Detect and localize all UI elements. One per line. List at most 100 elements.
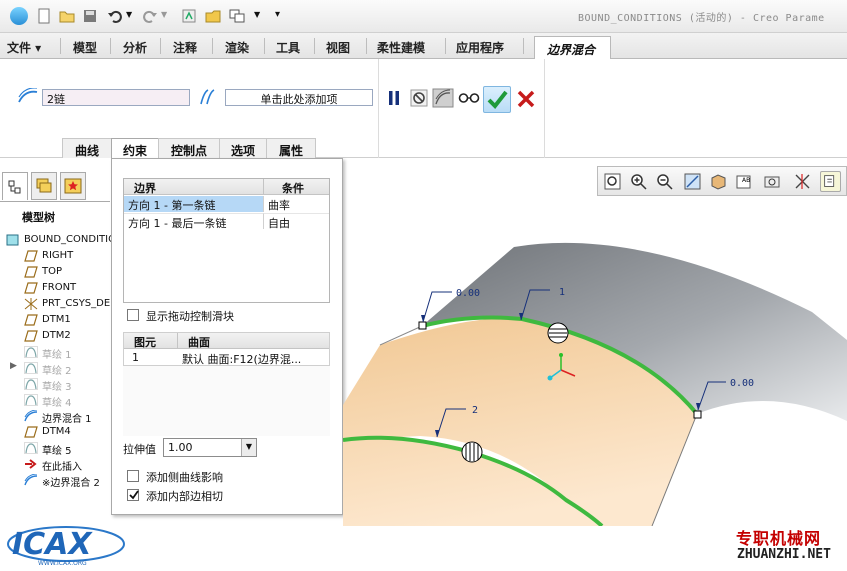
- cancel-x-icon[interactable]: [516, 89, 536, 109]
- tab-annotate[interactable]: 注释: [173, 39, 197, 56]
- condition-marker-1[interactable]: [547, 322, 569, 344]
- pause-icon[interactable]: [386, 89, 402, 107]
- subtab-control-points[interactable]: 控制点: [158, 138, 220, 158]
- windows-icon[interactable]: [228, 7, 246, 25]
- tab-file[interactable]: 文件 ▾: [7, 39, 41, 56]
- tree-item-label: 草绘 2: [42, 366, 72, 377]
- tab-favorites[interactable]: [60, 172, 86, 200]
- redo-icon[interactable]: [141, 7, 159, 25]
- add-inner-edge-label: 添加内部边相切: [146, 490, 223, 503]
- no-preview-icon[interactable]: [410, 89, 428, 107]
- tab-boundary-blend[interactable]: 边界混合: [534, 36, 611, 60]
- app-logo-icon[interactable]: [10, 7, 28, 25]
- windows-dropdown-icon[interactable]: ▼: [254, 10, 260, 19]
- redo-dropdown-icon[interactable]: ▼: [161, 10, 167, 19]
- callout-last-chain-value[interactable]: 0.00: [730, 378, 754, 389]
- folder-browser-icon: [36, 178, 52, 193]
- tree-item-label: 草绘 4: [42, 398, 72, 409]
- watermark-cn: 专职机械网: [736, 529, 822, 548]
- refit-icon[interactable]: [602, 171, 623, 192]
- condition-marker-2[interactable]: [461, 441, 483, 463]
- graphics-toolbar: AB: [597, 166, 847, 196]
- condition-free-select[interactable]: 自由: [264, 213, 329, 229]
- second-direction-collector[interactable]: 单击此处添加项: [225, 89, 373, 106]
- stretch-value-label: 拉伸值: [123, 443, 156, 456]
- expand-arrow-icon[interactable]: ▶: [10, 361, 17, 371]
- element-number[interactable]: 1: [124, 350, 178, 366]
- undo-dropdown-icon[interactable]: ▼: [126, 10, 132, 19]
- tree-item-label: BOUND_CONDITION: [24, 234, 124, 245]
- new-file-icon[interactable]: [35, 7, 53, 25]
- header-boundary: 边界: [124, 179, 264, 195]
- tab-render[interactable]: 渲染: [225, 39, 249, 56]
- preview-geometry-icon[interactable]: [432, 88, 454, 108]
- verify-glasses-icon[interactable]: [458, 90, 480, 104]
- second-direction-icon: [200, 89, 215, 105]
- tab-applications[interactable]: 应用程序: [456, 39, 504, 56]
- checkmark-icon: [129, 490, 139, 500]
- tree-item-label: ※边界混合 2: [42, 478, 100, 489]
- favorites-icon: [64, 178, 82, 194]
- datum-display-icon[interactable]: [792, 171, 813, 192]
- header-condition: 条件: [264, 179, 329, 195]
- view-manager-icon[interactable]: [762, 171, 783, 192]
- show-drag-handles-checkbox[interactable]: [127, 309, 139, 321]
- open-folder-icon[interactable]: [58, 7, 76, 25]
- model-tree-title: 模型树: [22, 211, 55, 224]
- tab-view[interactable]: 视图: [326, 39, 350, 56]
- saved-views-icon[interactable]: AB: [734, 171, 755, 192]
- navigator-tabs: [0, 172, 108, 202]
- tab-flexible-modeling[interactable]: 柔性建模: [377, 39, 425, 56]
- tree-item-label: PRT_CSYS_DE: [42, 298, 111, 309]
- undo-icon[interactable]: [106, 7, 124, 25]
- tree-item-label: RIGHT: [42, 250, 74, 261]
- tree-item-label: DTM2: [42, 330, 71, 341]
- icax-logo: ICAX WWW.ICAX.ORG: [7, 526, 125, 567]
- row-boundary-first-chain[interactable]: 方向 1 - 第一条链: [124, 196, 264, 212]
- tab-analysis[interactable]: 分析: [123, 39, 147, 56]
- header-element: 图元: [124, 333, 178, 349]
- display-style-icon[interactable]: [708, 171, 729, 192]
- callout-first-chain-value[interactable]: 0.00: [456, 288, 480, 299]
- tab-tools[interactable]: 工具: [276, 39, 300, 56]
- zoom-in-icon[interactable]: [628, 171, 649, 192]
- annotation-display-icon[interactable]: [820, 171, 841, 192]
- tree-item-label: 草绘 3: [42, 382, 72, 393]
- chain-1-start-handle[interactable]: [418, 321, 427, 330]
- folder-icon[interactable]: [204, 7, 222, 25]
- tree-item-label: 草绘 1: [42, 350, 72, 361]
- customize-toolbar-icon[interactable]: ▾: [275, 9, 280, 20]
- row-boundary-last-chain[interactable]: 方向 1 - 最后一条链: [124, 213, 264, 229]
- constraints-panel: 边界 条件 方向 1 - 第一条链 曲率 方向 1 - 最后一条链 自由 显示拖…: [111, 158, 343, 515]
- boundary-condition-table: 边界 条件 方向 1 - 第一条链 曲率 方向 1 - 最后一条链 自由: [123, 178, 330, 303]
- window-title: BOUND_CONDITIONS (活动的) - Creo Parame: [578, 13, 825, 24]
- stretch-value-combobox[interactable]: 1.00 ▼: [163, 438, 257, 457]
- watermark-en: ZHUANZHI.NET: [737, 547, 831, 562]
- boundary-blend-dashboard: 2链 单击此处添加项 曲线 约束 控制点 选项 属性: [0, 59, 847, 158]
- tab-folder-browser[interactable]: [31, 172, 57, 200]
- checkmark-icon: [487, 90, 508, 110]
- subtab-curves[interactable]: 曲线: [62, 138, 112, 158]
- first-direction-collector[interactable]: 2链: [42, 89, 190, 106]
- subtab-constraints[interactable]: 约束: [111, 138, 159, 158]
- callout-chain-2-label[interactable]: 2: [472, 405, 478, 416]
- chain-1-end-handle[interactable]: [693, 410, 702, 419]
- regenerate-icon[interactable]: [180, 7, 198, 25]
- add-side-curve-checkbox[interactable]: [127, 470, 139, 482]
- stretch-value-text[interactable]: 1.00: [168, 441, 193, 454]
- tree-item-label: DTM4: [42, 426, 71, 437]
- tab-model-tree[interactable]: [2, 172, 28, 200]
- condition-curvature-select[interactable]: 曲率: [264, 196, 329, 212]
- callout-chain-1-label[interactable]: 1: [559, 287, 565, 298]
- repaint-icon[interactable]: [682, 171, 703, 192]
- tab-model[interactable]: 模型: [73, 39, 97, 56]
- chevron-down-icon[interactable]: ▼: [241, 439, 256, 456]
- subtab-options[interactable]: 选项: [219, 138, 267, 158]
- surface-reference[interactable]: 默认 曲面:F12(边界混...: [178, 350, 329, 366]
- subtab-properties[interactable]: 属性: [266, 138, 316, 158]
- graphics-viewport[interactable]: 0.00 1 0.00 2: [343, 196, 847, 526]
- ok-button[interactable]: [483, 86, 511, 113]
- zoom-out-icon[interactable]: [654, 171, 675, 192]
- add-inner-edge-checkbox[interactable]: [127, 489, 139, 501]
- save-icon[interactable]: [81, 7, 99, 25]
